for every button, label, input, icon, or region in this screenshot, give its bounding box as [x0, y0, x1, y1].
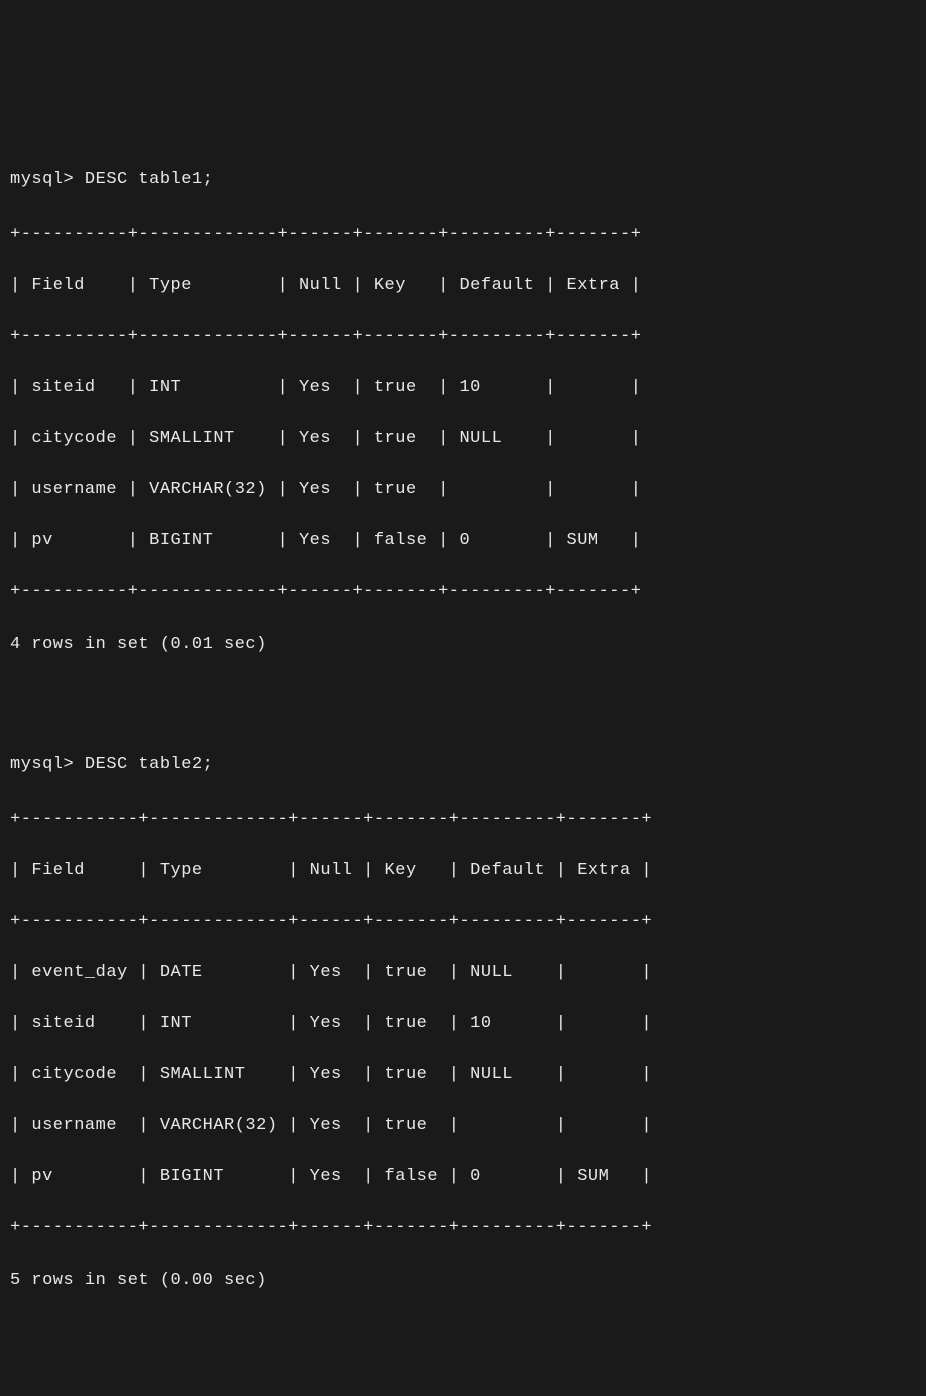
mysql-prompt: mysql> — [10, 755, 74, 774]
query-block-2: mysql> DESC table2; +-----------+-------… — [10, 727, 916, 1338]
query-status: 4 rows in set (0.01 sec) — [10, 632, 916, 658]
table-border-mid: +-----------+-------------+------+------… — [10, 909, 916, 935]
table-border-mid: +----------+-------------+------+-------… — [10, 324, 916, 350]
mysql-prompt: mysql> — [10, 170, 74, 189]
table-row: | siteid | INT | Yes | true | 10 | | — [10, 1011, 916, 1037]
table-row: | pv | BIGINT | Yes | false | 0 | SUM | — [10, 528, 916, 554]
table-row: | siteid | INT | Yes | true | 10 | | — [10, 375, 916, 401]
command-text: DESC table2; — [85, 755, 213, 774]
table-header-row: | Field | Type | Null | Key | Default | … — [10, 858, 916, 884]
mysql-terminal-output: mysql> DESC table1; +----------+--------… — [10, 116, 916, 1363]
table-row: | citycode | SMALLINT | Yes | true | NUL… — [10, 426, 916, 452]
table-row: | pv | BIGINT | Yes | false | 0 | SUM | — [10, 1164, 916, 1190]
table-header-row: | Field | Type | Null | Key | Default | … — [10, 273, 916, 299]
table-border-bottom: +----------+-------------+------+-------… — [10, 579, 916, 605]
table-border-top: +----------+-------------+------+-------… — [10, 222, 916, 248]
table-row: | username | VARCHAR(32) | Yes | true | … — [10, 1113, 916, 1139]
table-row: | citycode | SMALLINT | Yes | true | NUL… — [10, 1062, 916, 1088]
prompt-line-2: mysql> DESC table2; — [10, 752, 916, 778]
prompt-line-1: mysql> DESC table1; — [10, 167, 916, 193]
table-border-bottom: +-----------+-------------+------+------… — [10, 1215, 916, 1241]
table-row: | event_day | DATE | Yes | true | NULL |… — [10, 960, 916, 986]
table-border-top: +-----------+-------------+------+------… — [10, 807, 916, 833]
command-text: DESC table1; — [85, 170, 213, 189]
query-block-1: mysql> DESC table1; +----------+--------… — [10, 142, 916, 702]
query-status: 5 rows in set (0.00 sec) — [10, 1268, 916, 1294]
table-row: | username | VARCHAR(32) | Yes | true | … — [10, 477, 916, 503]
